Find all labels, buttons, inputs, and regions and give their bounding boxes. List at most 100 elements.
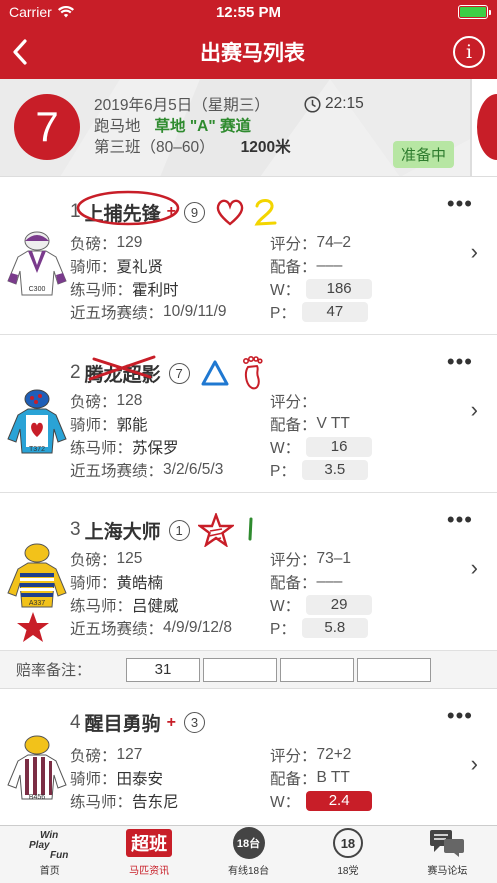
race-venue: 跑马地 bbox=[94, 118, 141, 135]
carrier-group: Carrier bbox=[9, 4, 129, 20]
carrier-label: Carrier bbox=[9, 4, 52, 20]
svg-text:B456: B456 bbox=[29, 794, 45, 801]
horse-card[interactable]: T372 2 腾龙超影 7 ••• › 负磅： 128 评分： 骑师： 郭能 配备：… bbox=[0, 335, 497, 493]
next-race-number-badge bbox=[477, 94, 497, 160]
jockey-silks-icon: C300 bbox=[7, 231, 67, 296]
status-bar: Carrier 12:55 PM bbox=[0, 0, 497, 24]
strikethrough-annotation-icon bbox=[88, 355, 156, 381]
circle-annotation-icon bbox=[76, 190, 180, 226]
gear-row: 配备： V TT bbox=[270, 415, 350, 434]
forum-icon bbox=[422, 827, 472, 859]
odds-note-field[interactable] bbox=[203, 657, 277, 682]
race-class: 第三班（80–60） bbox=[94, 139, 215, 156]
tab-horse-info[interactable]: 超班 马匹资讯 bbox=[99, 826, 198, 883]
info-button[interactable]: i bbox=[453, 35, 485, 68]
battery-icon bbox=[457, 5, 491, 19]
party-18-icon: 18 bbox=[323, 827, 373, 859]
race-status-badge: 准备中 bbox=[393, 141, 455, 168]
tab-label: 首页 bbox=[39, 866, 60, 877]
more-options-button[interactable]: ••• bbox=[447, 191, 473, 217]
jockey-row: 骑师： 田泰安 bbox=[70, 771, 164, 788]
nav-bar: 出赛马列表 i bbox=[0, 24, 497, 79]
heart-sticker-icon bbox=[216, 199, 244, 226]
draw-number: 7 bbox=[168, 362, 190, 384]
jockey-row: 骑师： 黄皓楠 bbox=[70, 575, 164, 592]
draw-number: 3 bbox=[183, 712, 205, 733]
star-favorite-icon[interactable] bbox=[16, 611, 50, 643]
more-dots-icon: ••• bbox=[446, 507, 473, 532]
win-odds: 2.4 bbox=[306, 791, 373, 811]
tab-cable-18[interactable]: 18台 有线18台 bbox=[199, 826, 298, 883]
odds-note-field[interactable]: 31 bbox=[126, 657, 200, 682]
clock-icon bbox=[304, 95, 321, 113]
tab-label: 有线18台 bbox=[227, 866, 270, 877]
draw-number: 1 bbox=[168, 519, 190, 541]
horse-card[interactable]: B456 4 醒目勇驹 + 3 ••• › 负磅： 127 评分： 72+2 骑师：… bbox=[0, 689, 497, 839]
trainer-row: 练马师： 霍利时 bbox=[70, 282, 179, 299]
number-two-sticker-icon bbox=[254, 199, 277, 226]
tab-party-18[interactable]: 18 18党 bbox=[298, 826, 397, 883]
win-play-fun-icon: Win Play Fun bbox=[25, 827, 75, 859]
jockey-silks-icon: A337 bbox=[7, 543, 67, 608]
weight-row: 负磅： 125 bbox=[70, 550, 143, 569]
horse-number: 2 bbox=[70, 362, 81, 383]
footprint-sticker-icon bbox=[242, 355, 263, 390]
win-odds-row: W： 186 bbox=[270, 278, 373, 300]
chevron-left-icon bbox=[13, 38, 27, 65]
race-venue-line: 跑马地 草地 "A" 赛道 bbox=[94, 116, 291, 137]
place-odds: 3.5 bbox=[301, 460, 368, 480]
draw-number: 9 bbox=[183, 201, 205, 223]
jockey-silks-icon: T372 bbox=[7, 389, 67, 454]
win-odds-row: W： 16 bbox=[270, 436, 373, 458]
horse-detail-chevron-icon[interactable]: › bbox=[471, 555, 478, 581]
more-dots-icon: ••• bbox=[446, 703, 473, 728]
horse-card[interactable]: C300 1 上捕先锋 + 9 ••• › 负磅： 129 评分： 74–2 骑师：… bbox=[0, 177, 497, 335]
tab-label: 赛马论坛 bbox=[427, 866, 468, 877]
back-button[interactable] bbox=[12, 32, 52, 72]
tab-bar: WinPlayFun 首页 超班 马匹资讯 18台 有线18台 18 18党 bbox=[0, 825, 497, 883]
svg-text:C300: C300 bbox=[29, 286, 46, 293]
exclamation-sticker-icon bbox=[248, 517, 253, 541]
odds-note-field[interactable] bbox=[280, 657, 354, 682]
tab-label: 马匹资讯 bbox=[129, 866, 170, 877]
form-row: 近五场赛绩： 10/9/11/9 bbox=[70, 303, 227, 322]
horse-name: 上海大师 bbox=[84, 521, 161, 543]
horse-name: 醒目勇驹 bbox=[84, 714, 161, 735]
cable-18-icon: 18台 bbox=[224, 827, 274, 859]
race-time-value: 22:15 bbox=[325, 95, 364, 112]
win-odds: 186 bbox=[306, 279, 373, 299]
star-sticker-icon bbox=[197, 513, 234, 547]
place-odds-row: P： 5.8 bbox=[270, 617, 368, 639]
win-odds: 29 bbox=[306, 595, 373, 615]
odds-note-row: 赔率备注： 31 bbox=[0, 651, 497, 689]
clock: 12:55 PM bbox=[215, 3, 282, 21]
tab-forum[interactable]: 赛马论坛 bbox=[398, 826, 497, 883]
horse-title: 4 醒目勇驹 + 3 bbox=[70, 709, 205, 736]
form-row: 近五场赛绩： 3/2/6/5/3 bbox=[70, 461, 224, 480]
race-number-badge: 7 bbox=[14, 94, 80, 160]
place-odds-row: P： 3.5 bbox=[270, 459, 368, 481]
more-options-button[interactable]: ••• bbox=[447, 349, 473, 375]
next-race-card[interactable] bbox=[470, 79, 497, 176]
more-dots-icon: ••• bbox=[446, 349, 473, 374]
svg-text:T372: T372 bbox=[29, 446, 45, 453]
horse-detail-chevron-icon[interactable]: › bbox=[471, 397, 478, 423]
odds-note-field[interactable] bbox=[357, 657, 431, 682]
wifi-icon bbox=[57, 6, 74, 18]
more-options-button[interactable]: ••• bbox=[447, 507, 473, 533]
weight-row: 负磅： 129 bbox=[70, 234, 143, 253]
win-odds-row: W： 29 bbox=[270, 594, 373, 616]
svg-text:Fun: Fun bbox=[50, 850, 68, 859]
horse-detail-chevron-icon[interactable]: › bbox=[471, 751, 478, 777]
trainer-row: 练马师： 吕健威 bbox=[70, 598, 179, 615]
race-distance: 1200米 bbox=[240, 139, 291, 156]
jockey-row: 骑师： 郭能 bbox=[70, 417, 148, 434]
race-info: 2019年6月5日（星期三） 跑马地 草地 "A" 赛道 第三班（80–60） 12… bbox=[94, 95, 291, 158]
more-options-button[interactable]: ••• bbox=[447, 703, 473, 729]
tab-home[interactable]: Win Play Fun 首页 bbox=[0, 826, 99, 883]
gear-row: 配备： ––– bbox=[270, 573, 343, 592]
horse-card[interactable]: A337 3 上海大师 1 ••• › 负磅： 125 评分： 73–1 骑师： 黄皓… bbox=[0, 493, 497, 651]
svg-text:Play: Play bbox=[29, 840, 50, 851]
weight-row: 负磅： 127 bbox=[70, 746, 143, 765]
horse-detail-chevron-icon[interactable]: › bbox=[471, 239, 478, 265]
